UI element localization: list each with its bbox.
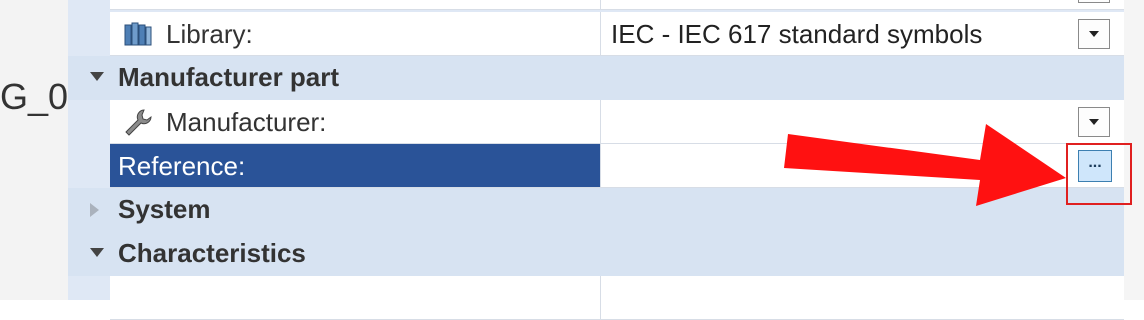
- group-characteristics[interactable]: Characteristics: [68, 232, 1124, 276]
- left-pane: G_0: [0, 0, 69, 300]
- annotation-highlight-box: [1066, 143, 1132, 205]
- triangle-down-icon[interactable]: [90, 248, 104, 257]
- property-row-partial-top: [68, 0, 1124, 10]
- library-books-icon: [124, 22, 152, 46]
- dropdown-button[interactable]: [1078, 0, 1110, 3]
- group-label-characteristics: Characteristics: [118, 238, 306, 268]
- property-row-library[interactable]: Library: IEC - IEC 617 standard symbols: [68, 12, 1124, 56]
- triangle-right-icon[interactable]: [90, 203, 99, 217]
- annotation-arrow-icon: [784, 124, 1066, 206]
- partial-label: G_0: [0, 76, 69, 117]
- chevron-down-icon: [1089, 119, 1099, 125]
- wrench-icon: [125, 109, 152, 136]
- property-row-partial-bottom: [68, 276, 1124, 320]
- chevron-down-icon: [1089, 31, 1099, 37]
- group-manufacturer-part[interactable]: Manufacturer part: [68, 56, 1124, 100]
- library-label: Library:: [166, 19, 253, 49]
- library-dropdown-button[interactable]: [1078, 19, 1110, 49]
- manufacturer-dropdown-button[interactable]: [1078, 107, 1110, 137]
- manufacturer-label: Manufacturer:: [166, 107, 327, 137]
- reference-label: Reference:: [118, 151, 246, 181]
- group-label-manufacturer-part: Manufacturer part: [118, 62, 340, 92]
- group-label-system: System: [118, 194, 211, 224]
- triangle-down-icon[interactable]: [90, 72, 104, 81]
- library-value: IEC - IEC 617 standard symbols: [611, 19, 983, 49]
